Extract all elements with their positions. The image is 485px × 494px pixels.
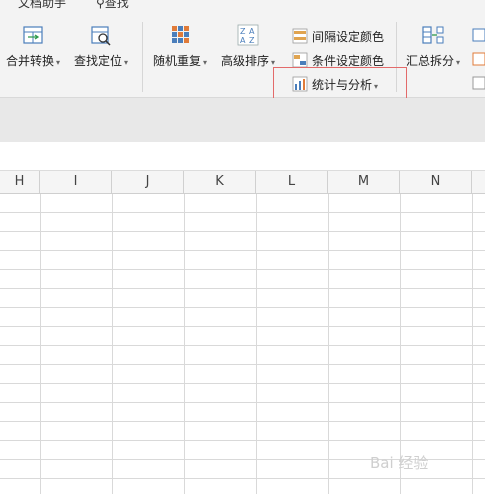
advanced-sort-icon: Z A A Z (237, 24, 259, 46)
watermark: Bai 经验 (370, 452, 428, 473)
random-repeat-icon (172, 26, 189, 43)
advanced-sort-label: 高级排序 (220, 54, 269, 68)
cut-off-tool-icon[interactable] (472, 76, 485, 90)
grid-lines (0, 194, 485, 494)
cut-off-tool-icon[interactable] (472, 52, 485, 66)
svg-text:Z: Z (249, 36, 255, 45)
dropdown-caret-icon: ▾ (271, 58, 276, 67)
advanced-sort-button[interactable]: Z A A Z 高级排序 ▾ (215, 24, 281, 80)
column-header-row: H I J K L M N (0, 171, 485, 194)
search-tab-label: 查找 (104, 0, 129, 10)
column-header-j[interactable]: J (112, 171, 184, 193)
merge-convert-label: 合并转换 (5, 54, 54, 68)
svg-text:A: A (240, 36, 246, 45)
column-header-i[interactable]: I (40, 171, 112, 193)
search-tab[interactable]: ⚲查找 (96, 0, 129, 11)
merge-table-icon (23, 26, 43, 44)
interval-color-button[interactable]: 间隔设定颜色 (292, 26, 392, 46)
find-locate-button[interactable]: 查找定位 ▾ (68, 24, 134, 80)
dropdown-caret-icon: ▾ (124, 58, 129, 67)
column-header-l[interactable]: L (256, 171, 328, 193)
random-repeat-label: 随机重复 (152, 54, 201, 68)
summary-split-button[interactable]: 汇总拆分 ▾ (400, 24, 466, 80)
dropdown-caret-icon: ▾ (56, 58, 61, 67)
dropdown-caret-icon: ▾ (203, 58, 208, 67)
column-header-h[interactable]: H (0, 171, 40, 193)
svg-text:A: A (249, 27, 255, 36)
merge-convert-button[interactable]: 合并转换 ▾ (0, 24, 66, 80)
column-header-m[interactable]: M (328, 171, 400, 193)
column-header-k[interactable]: K (184, 171, 256, 193)
ribbon-toolbar: 文档助手 ⚲查找 合并转换 ▾ 查找定位 ▾ 随机重复 ▾ Z A A Z 高级… (0, 0, 485, 98)
svg-text:Z: Z (240, 27, 246, 36)
dropdown-caret-icon: ▾ (456, 58, 461, 67)
summary-split-icon (422, 26, 444, 44)
interval-color-icon (292, 28, 308, 44)
formula-bar[interactable] (0, 142, 485, 171)
cell-grid[interactable] (0, 194, 485, 494)
find-locate-icon (91, 26, 111, 46)
watermark-text: Bai 经验 (370, 454, 429, 472)
ribbon-separator (142, 22, 143, 92)
sheet-toolbar-band (0, 98, 485, 142)
cut-off-tool-icon[interactable] (472, 28, 485, 42)
summary-split-label: 汇总拆分 (405, 54, 454, 68)
condition-color-icon (292, 52, 308, 68)
search-icon: ⚲ (96, 0, 105, 10)
doc-assistant-tab[interactable]: 文档助手 (18, 0, 66, 11)
find-locate-label: 查找定位 (73, 54, 122, 68)
column-header-n[interactable]: N (400, 171, 472, 193)
interval-color-label: 间隔设定颜色 (312, 30, 385, 44)
random-repeat-button[interactable]: 随机重复 ▾ (147, 24, 213, 80)
